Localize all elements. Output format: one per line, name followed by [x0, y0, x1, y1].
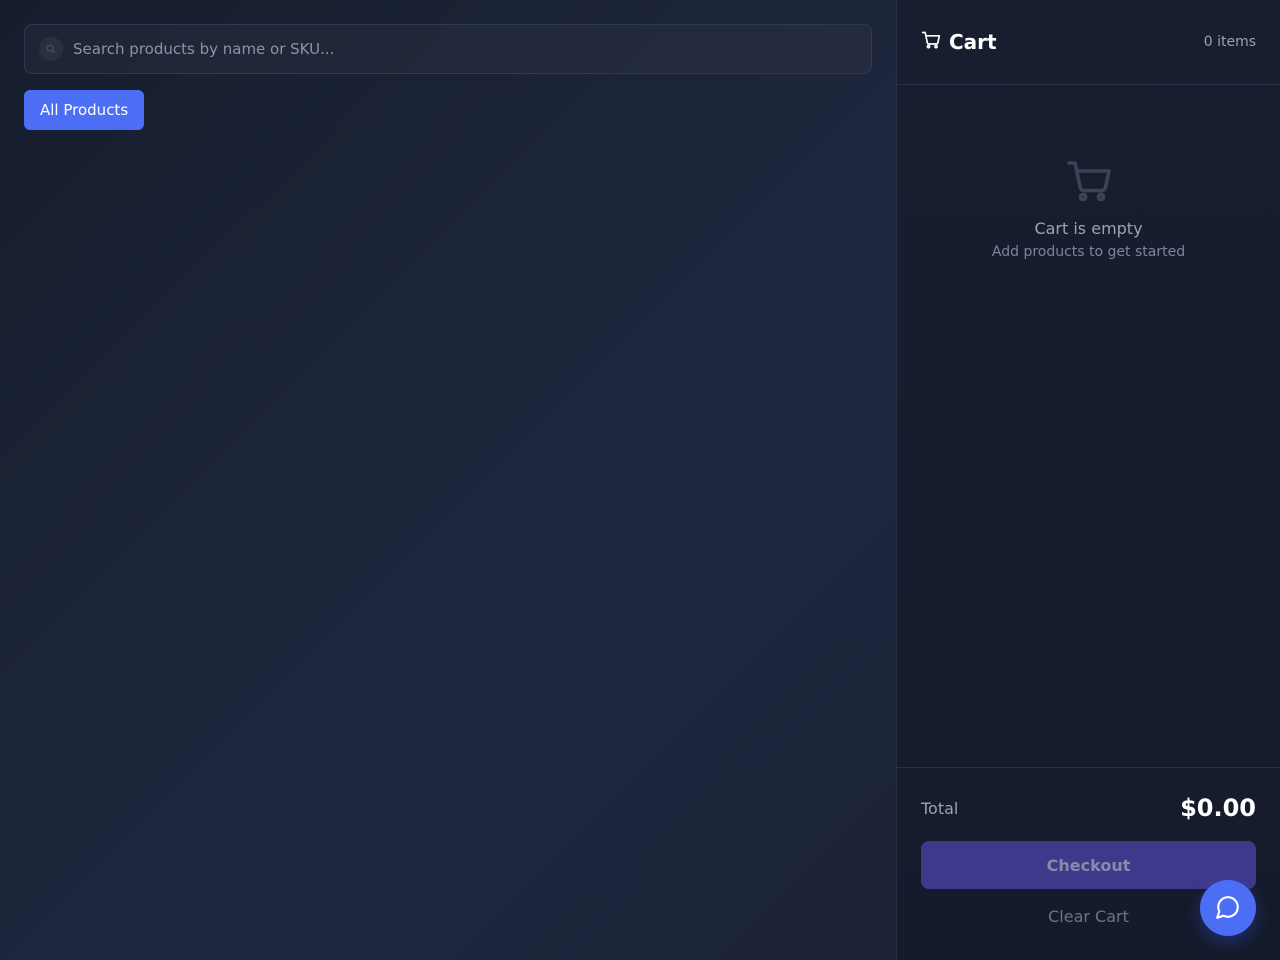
- total-label: Total: [921, 798, 959, 818]
- empty-cart-subtitle: Add products to get started: [991, 244, 1186, 260]
- cart-title-group: Cart: [921, 30, 997, 54]
- total-value: $0.00: [1180, 794, 1256, 822]
- cart-icon: [921, 30, 941, 54]
- empty-cart-title: Cart is empty: [1034, 219, 1143, 238]
- total-row: Total $0.00: [921, 792, 1256, 824]
- product-panel: All Products: [0, 0, 896, 960]
- search-bar[interactable]: [24, 24, 872, 74]
- cart-panel: Cart 0 items Cart is empty Add products …: [896, 0, 1280, 960]
- category-filters: All Products: [24, 90, 872, 130]
- empty-cart-icon: [1065, 157, 1113, 209]
- cart-empty-state: Cart is empty Add products to get starte…: [897, 85, 1280, 767]
- cart-item-count: 0 items: [1203, 34, 1256, 50]
- search-input[interactable]: [73, 25, 871, 73]
- chat-button[interactable]: [1200, 880, 1256, 936]
- cart-title: Cart: [949, 30, 997, 54]
- cart-header: Cart 0 items: [897, 0, 1280, 85]
- pos-app: All Products Cart 0 items Cart is empty …: [0, 0, 1280, 960]
- filter-all-products-button[interactable]: All Products: [24, 90, 145, 130]
- checkout-button[interactable]: Checkout: [921, 841, 1256, 889]
- search-icon: [39, 37, 63, 61]
- chat-bubble-icon: [1215, 894, 1241, 923]
